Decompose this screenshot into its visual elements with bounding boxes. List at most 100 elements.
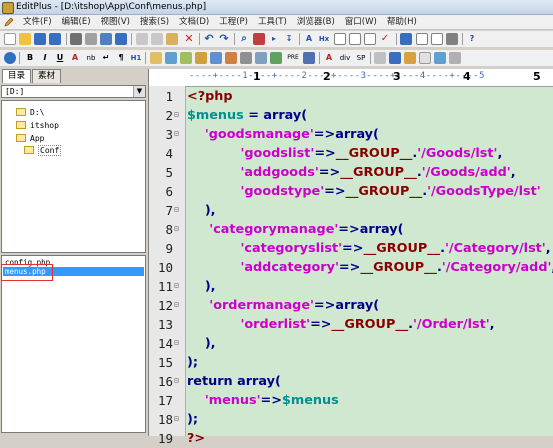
folder-tree[interactable]: D:\ itshop App Conf [1, 100, 146, 253]
chevron-down-icon[interactable]: ▼ [133, 86, 145, 97]
copy-icon[interactable] [151, 33, 163, 45]
spell-check-icon[interactable] [100, 33, 112, 45]
code-line[interactable]: 6 'goodstype'=>__GROUP__.'/GoodsType/lst… [149, 182, 553, 201]
word-wrap-icon[interactable] [334, 33, 346, 45]
hx-icon[interactable]: Hx [318, 33, 330, 45]
code-line[interactable]: 2 ⊟ $menus = array( [149, 106, 553, 125]
print-icon[interactable] [70, 33, 82, 45]
save-all-icon[interactable] [49, 33, 61, 45]
code-line[interactable]: 9 'categoryslist'=>__GROUP__.'/Category/… [149, 239, 553, 258]
redo-icon[interactable]: ↷ [218, 33, 230, 45]
fold-marker-icon[interactable]: ⊟ [174, 339, 179, 347]
line-number-icon[interactable] [349, 33, 361, 45]
div-button[interactable]: div [338, 52, 352, 64]
menu-item[interactable]: 文件(F) [18, 15, 57, 29]
file-list[interactable]: config.php menus.php [1, 255, 146, 433]
find-next-icon[interactable]: ▸ [268, 33, 280, 45]
underline-button[interactable]: U [54, 52, 66, 64]
pre-button[interactable]: PRE [285, 52, 301, 64]
cliptext-window-icon[interactable] [431, 33, 443, 45]
tab-cliptext[interactable]: 素材 [32, 69, 62, 83]
fold-marker-icon[interactable]: ⊟ [174, 301, 179, 309]
menu-item[interactable]: 视图(V) [96, 15, 135, 29]
menu-item[interactable]: 编辑(E) [57, 15, 96, 29]
menu-item[interactable]: 工程(P) [214, 15, 253, 29]
line-break-icon[interactable]: ↵ [100, 52, 112, 64]
find-icon[interactable]: ⌕ [238, 33, 250, 45]
print-preview-icon[interactable] [85, 33, 97, 45]
directory-window-icon[interactable] [416, 33, 428, 45]
tab-directory[interactable]: 目录 [2, 69, 32, 83]
code-line[interactable]: 5 'addgoods'=>__GROUP__.'/Goods/add', [149, 163, 553, 182]
output-window-icon[interactable] [446, 33, 458, 45]
fold-marker-icon[interactable]: ⊟ [174, 415, 179, 423]
hr-icon[interactable] [180, 52, 192, 64]
heading-button[interactable]: H1 [130, 52, 142, 64]
ruler-icon[interactable] [364, 33, 376, 45]
frame-icon[interactable] [255, 52, 267, 64]
color-picker-icon[interactable] [404, 52, 416, 64]
code-line[interactable]: 15); [149, 353, 553, 372]
code-line[interactable]: 17 'menus'=>$menus [149, 391, 553, 410]
comment-icon[interactable] [195, 52, 207, 64]
code-toolbar-icon[interactable] [449, 52, 461, 64]
script-icon[interactable] [270, 52, 282, 64]
menu-item[interactable]: 文档(D) [174, 15, 214, 29]
code-line[interactable]: 7 ⊟ ), [149, 201, 553, 220]
drive-select[interactable]: [D:] ▼ [1, 85, 146, 98]
table-icon[interactable] [210, 52, 222, 64]
code-line[interactable]: 13 'orderlist'=>__GROUP__.'/Order/lst', [149, 315, 553, 334]
preview-icon[interactable] [389, 52, 401, 64]
tree-item-itshop[interactable]: itshop [16, 119, 59, 131]
goto-line-icon[interactable]: ↧ [283, 33, 295, 45]
code-line[interactable]: 16 ⊟ return array( [149, 372, 553, 391]
code-line[interactable]: 1 <?php [149, 87, 553, 106]
help-icon[interactable]: ? [466, 33, 478, 45]
code-line[interactable]: 11 ⊟ ), [149, 277, 553, 296]
undo-icon[interactable]: ↶ [203, 33, 215, 45]
html-toolbar-icon[interactable] [434, 52, 446, 64]
browser-icon[interactable] [4, 52, 16, 64]
delete-icon[interactable]: ✕ [183, 33, 195, 45]
menu-item[interactable]: 浏览器(B) [292, 15, 340, 29]
menu-item[interactable]: 帮助(H) [382, 15, 422, 29]
fold-marker-icon[interactable]: ⊟ [174, 377, 179, 385]
fold-marker-icon[interactable]: ⊟ [174, 130, 179, 138]
style-icon[interactable] [303, 52, 315, 64]
font-icon[interactable]: A [323, 52, 335, 64]
new-file-icon[interactable] [4, 33, 16, 45]
code-line[interactable]: 12 ⊟ 'ordermanage'=>array( [149, 296, 553, 315]
italic-button[interactable]: I [39, 52, 51, 64]
cut-icon[interactable] [136, 33, 148, 45]
code-line[interactable]: 19 ?> [149, 429, 553, 448]
nbsp-button[interactable]: nb [84, 52, 98, 64]
font-size-icon[interactable]: A [303, 33, 315, 45]
span-button[interactable]: SP [354, 52, 368, 64]
menu-item[interactable]: 窗口(W) [340, 15, 382, 29]
code-line[interactable]: 3 ⊟ 'goodsmanage'=>array( [149, 125, 553, 144]
tree-item-app[interactable]: App [16, 132, 44, 144]
code-editor[interactable]: ----+----1----+----2----+----3----+----4… [149, 69, 553, 446]
code-line[interactable]: 18 ⊟); [149, 410, 553, 429]
image-icon[interactable] [150, 52, 162, 64]
menu-item[interactable]: 工具(T) [253, 15, 292, 29]
font-color-icon[interactable]: A [69, 52, 81, 64]
code-line[interactable]: 14 ⊟ ), [149, 334, 553, 353]
toggle-icon[interactable] [374, 52, 386, 64]
code-line[interactable]: 8 ⊟ 'categorymanage'=>array( [149, 220, 553, 239]
menu-item[interactable]: 搜索(S) [135, 15, 174, 29]
form-icon[interactable] [225, 52, 237, 64]
list-icon[interactable] [240, 52, 252, 64]
tree-item-drive[interactable]: D:\ [16, 106, 44, 118]
fold-marker-icon[interactable]: ⊟ [174, 225, 179, 233]
fold-marker-icon[interactable]: ⊟ [174, 111, 179, 119]
save-icon[interactable] [34, 33, 46, 45]
screen-icon[interactable] [400, 33, 412, 45]
open-folder-icon[interactable] [19, 33, 31, 45]
fold-marker-icon[interactable]: ⊟ [174, 206, 179, 214]
bold-button[interactable]: B [24, 52, 36, 64]
ftp-upload-icon[interactable] [115, 33, 127, 45]
anchor-icon[interactable] [165, 52, 177, 64]
code-line[interactable]: 10 'addcategory'=>__GROUP__.'/Category/a… [149, 258, 553, 277]
tree-item-conf[interactable]: Conf [24, 144, 62, 156]
